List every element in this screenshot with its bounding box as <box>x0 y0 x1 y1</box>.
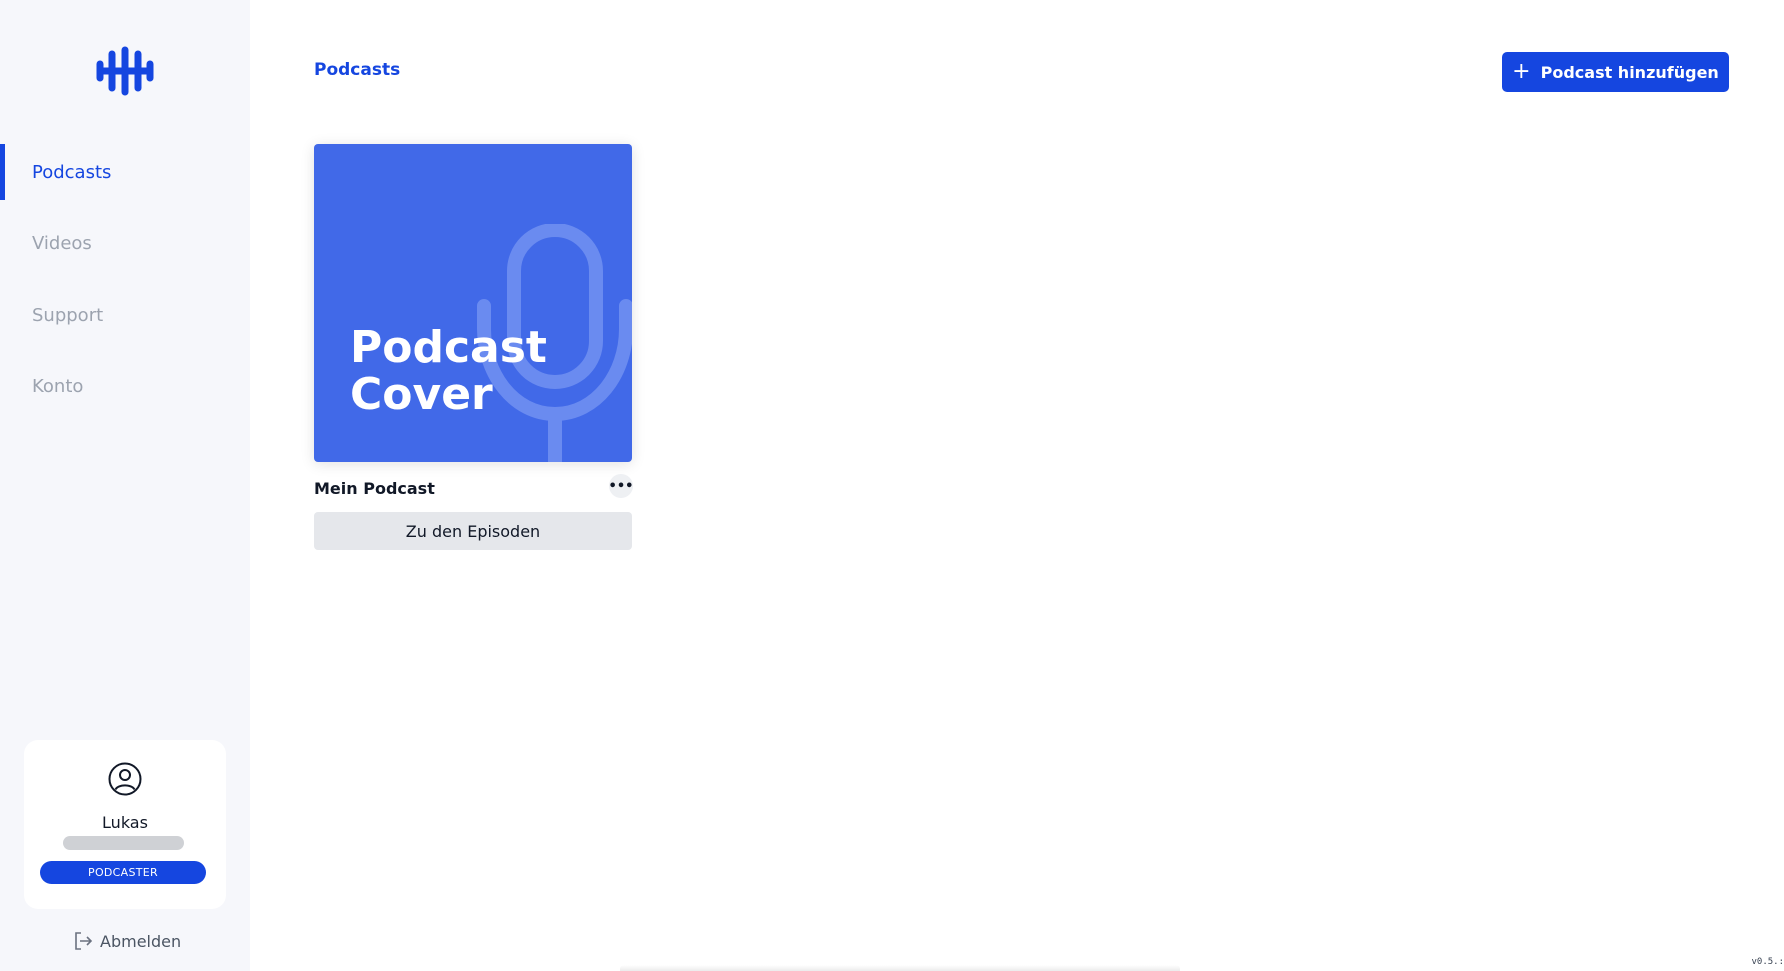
user-avatar-icon <box>108 762 142 796</box>
add-podcast-button[interactable]: + Podcast hinzufügen <box>1502 52 1729 92</box>
to-episodes-button[interactable]: Zu den Episoden <box>314 512 632 550</box>
logout-label: Abmelden <box>100 931 182 951</box>
brand-logo-icon[interactable] <box>94 46 156 96</box>
sidebar-item-label: Support <box>32 304 104 326</box>
logout-icon <box>75 932 93 950</box>
role-badge: PODCASTER <box>40 861 206 884</box>
cover-title-line: Podcast <box>350 322 547 373</box>
sidebar-item-videos[interactable]: Videos <box>0 215 250 271</box>
podcast-name: Mein Podcast <box>314 479 435 498</box>
podcast-card-footer: Mein Podcast ••• <box>314 462 633 514</box>
add-podcast-label: Podcast hinzufügen <box>1540 62 1719 82</box>
cover-title: Podcast Cover <box>350 324 547 418</box>
more-options-button[interactable]: ••• <box>609 474 633 498</box>
page-title: Podcasts <box>314 60 401 80</box>
bottom-shadow <box>620 965 1180 971</box>
sidebar-item-label: Konto <box>32 375 84 397</box>
sidebar: Podcasts Videos Support Konto Lukas PODC… <box>0 0 250 971</box>
user-name: Lukas <box>102 813 148 832</box>
plus-icon: + <box>1512 59 1531 84</box>
podcast-cover[interactable]: Podcast Cover <box>314 144 632 462</box>
podcast-card: Podcast Cover Mein Podcast ••• <box>314 144 633 514</box>
cover-title-line: Cover <box>350 369 493 420</box>
sidebar-item-label: Videos <box>32 232 92 254</box>
sidebar-item-support[interactable]: Support <box>0 287 250 343</box>
more-options-icon: ••• <box>608 478 634 494</box>
sidebar-item-label: Podcasts <box>32 161 112 183</box>
to-episodes-label: Zu den Episoden <box>405 521 541 541</box>
version-label: v0.5.: <box>1751 957 1784 967</box>
user-card: Lukas PODCASTER <box>24 740 226 909</box>
logout-button[interactable]: Abmelden <box>72 930 181 952</box>
sidebar-item-konto[interactable]: Konto <box>0 358 250 414</box>
user-email-placeholder <box>63 836 184 850</box>
sidebar-item-podcasts[interactable]: Podcasts <box>0 144 250 200</box>
